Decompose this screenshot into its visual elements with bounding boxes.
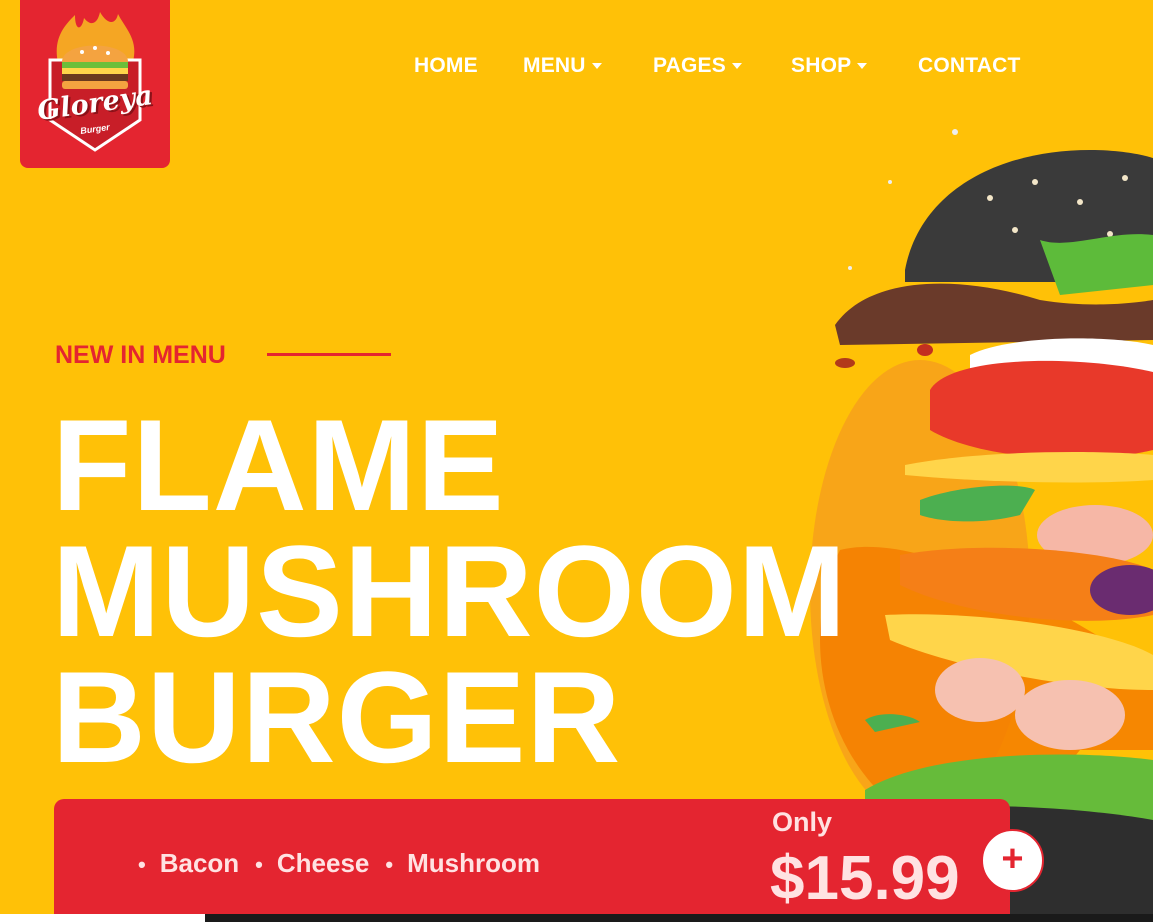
ingredient-cheese: Cheese xyxy=(255,848,370,879)
hero-title: FLAME MUSHROOM BURGER xyxy=(52,392,848,790)
price-bar: Bacon Cheese Mushroom Only $15.99 xyxy=(54,799,1010,922)
add-to-cart-button[interactable]: + xyxy=(981,829,1044,892)
nav-pages-label: PAGES xyxy=(653,54,726,77)
bottom-strip-left xyxy=(0,914,205,922)
plus-icon: + xyxy=(1001,837,1024,880)
ingredient-list: Bacon Cheese Mushroom xyxy=(138,845,540,881)
ingredient-bacon: Bacon xyxy=(138,848,239,879)
ingredient-mushroom: Mushroom xyxy=(385,848,540,879)
caret-down-icon xyxy=(857,63,868,70)
nav-shop-label: SHOP xyxy=(791,54,852,77)
hero-title-line-2: MUSHROOM xyxy=(52,518,848,664)
caret-down-icon xyxy=(731,63,742,70)
brand-logo[interactable]: Gloreya Burger xyxy=(20,0,170,168)
nav-shop[interactable]: SHOP xyxy=(791,54,868,78)
eyebrow-divider xyxy=(267,353,391,356)
bottom-strip xyxy=(0,914,1153,922)
nav-home-label: HOME xyxy=(414,54,478,77)
nav-home[interactable]: HOME xyxy=(414,54,478,78)
nav-menu[interactable]: MENU xyxy=(523,54,602,78)
price-prefix: Only xyxy=(772,807,833,837)
hero-title-line-1: FLAME xyxy=(52,392,505,538)
nav-contact-label: CONTACT xyxy=(918,54,1021,77)
caret-down-icon xyxy=(591,63,602,70)
nav-pages[interactable]: PAGES xyxy=(653,54,742,78)
hero-title-line-3: BURGER xyxy=(52,644,622,790)
price-value: $15.99 xyxy=(770,844,960,913)
nav-contact[interactable]: CONTACT xyxy=(918,54,1021,78)
hero-eyebrow: NEW IN MENU xyxy=(55,341,226,369)
nav-menu-label: MENU xyxy=(523,54,586,77)
